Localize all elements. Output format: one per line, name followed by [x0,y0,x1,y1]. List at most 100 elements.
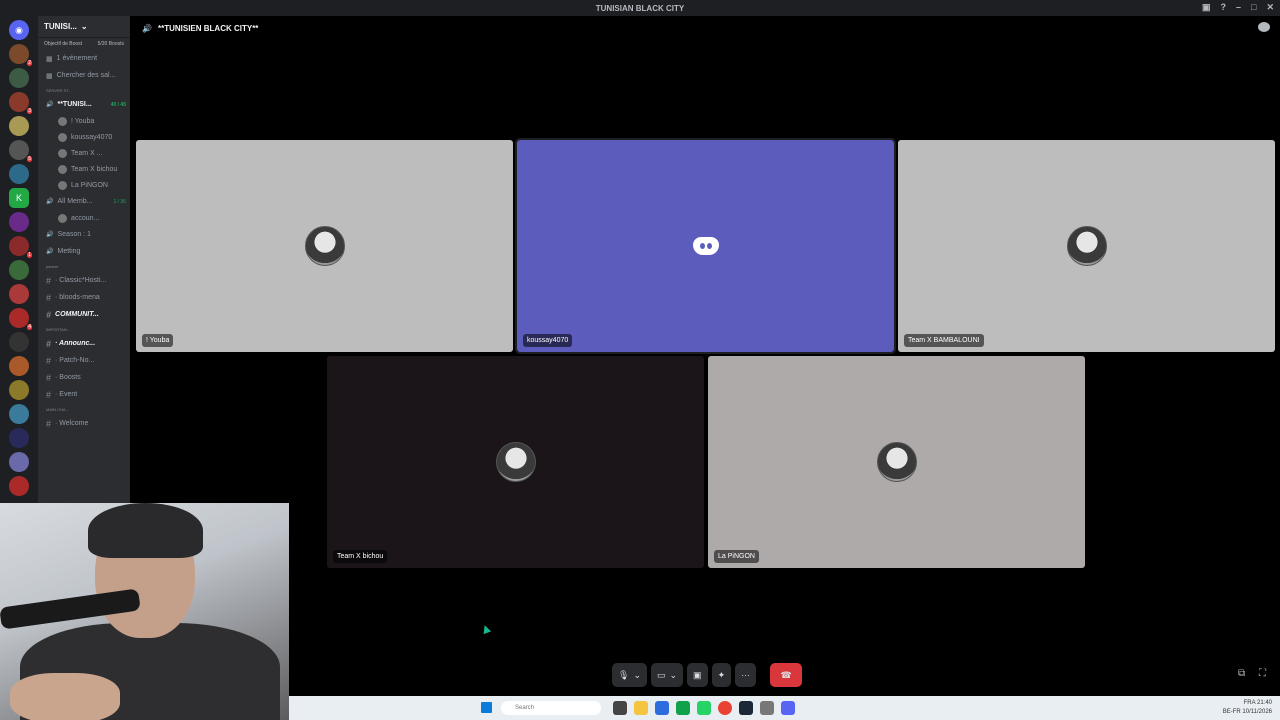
voice-channel[interactable]: 🔊 All Memb... 1 / 36 [38,193,130,210]
category-header[interactable]: IMPORTAN... [38,323,130,335]
app-icon[interactable] [676,701,690,715]
voice-user[interactable]: Team X bichou [38,161,130,177]
popout-icon[interactable]: ⧉ [1238,668,1245,679]
system-tray[interactable]: FRA 21:40 BE-FR 10/11/2026 [1223,699,1272,717]
channel-label: · Boosts [55,374,81,381]
participant-tile[interactable]: Team X bichou [327,356,704,568]
participant-tile[interactable]: koussay4070 [515,138,896,354]
category-header[interactable]: SERVER ST... [38,84,130,96]
channel-label: partner [46,263,59,269]
store-icon[interactable] [655,701,669,715]
minimize-button[interactable]: – [1236,2,1241,13]
avatar [495,442,536,482]
server-icon[interactable] [9,68,29,88]
speaker-icon: 🔊 [46,102,54,108]
leave-call-button[interactable]: ☎ [770,663,803,687]
voice-user[interactable]: La PiNGON [38,177,130,193]
fullscreen-icon[interactable]: ⛶ [1259,668,1266,679]
chat-icon[interactable] [1258,22,1270,32]
text-channel[interactable]: # · Event [38,386,130,403]
avatar [58,164,67,174]
text-channel[interactable]: # COMMUNIT... [38,306,130,323]
file-explorer-icon[interactable] [634,701,648,715]
more-button[interactable]: ··· [735,663,757,687]
server-icon[interactable] [9,452,29,472]
channel-label: · Classic*Hosti... [55,277,107,284]
server-icon[interactable] [9,116,29,136]
text-channel[interactable]: # · Boosts [38,369,130,386]
channel-item[interactable]: ▦ Chercher des sal... [38,67,130,84]
voice-user[interactable]: Team X ... [38,145,130,161]
speaker-icon: 🔊 [46,232,54,238]
window-titlebar: TUNISIAN BLACK CITY ▣ ? – □ ✕ [0,0,1280,16]
browse-icon: ▦ [46,72,53,80]
activities-button[interactable]: ✦ [711,663,732,687]
boost-label: Objectif de Boost [44,41,83,47]
voice-channel-active[interactable]: 🔊 **TUNISI... 40 / 45 [38,96,130,113]
channel-label: · Patch-No... [55,357,95,364]
avatar [58,132,67,142]
server-icon[interactable] [9,356,29,376]
chrome-icon[interactable] [718,701,732,715]
server-icon[interactable] [9,284,29,304]
server-icon[interactable]: 2 [9,44,32,66]
server-icon[interactable]: 3 [9,92,32,114]
voice-channel-header: 🔊 **TUNISIEN BLACK CITY** [136,16,1280,40]
boost-goal[interactable]: Objectif de Boost 5/20 Boosts [38,38,130,50]
help-icon[interactable]: ? [1221,2,1227,13]
guild-header[interactable]: TUNISI... ⌄ [38,16,130,38]
server-icon[interactable] [9,476,29,496]
channel-label: · Welcome [55,420,89,427]
participant-tile[interactable]: Team X BAMBALOUNI [898,140,1275,352]
participant-tile[interactable]: La PiNGON [708,356,1085,568]
server-icon[interactable] [9,212,29,232]
voice-user[interactable]: koussay4070 [38,129,130,145]
boost-value: 5/20 Boosts [97,41,124,47]
server-icon[interactable] [9,260,29,280]
chevron-down-icon[interactable]: ⌄ [633,670,641,681]
text-channel[interactable]: # · Classic*Hosti... [38,272,130,289]
chevron-down-icon[interactable]: ⌄ [670,670,678,681]
voice-user[interactable]: accoun... [38,210,130,226]
settings-icon[interactable] [760,701,774,715]
mic-button[interactable]: 🎙 ⌄ [612,663,647,687]
channel-label: IMPORTAN... [46,326,71,332]
server-icon[interactable] [9,332,29,352]
close-button[interactable]: ✕ [1266,2,1274,13]
text-channel[interactable]: # · Patch-No... [38,352,130,369]
discord-home-icon[interactable]: ◉ [9,20,29,40]
channel-label: Team X bichou [71,165,118,173]
category-header[interactable]: partner [38,260,130,272]
camera-button[interactable]: ▭ ⌄ [650,663,684,687]
server-icon[interactable]: 5 [9,140,32,162]
server-icon[interactable] [9,428,29,448]
text-channel[interactable]: # · Announc... [38,335,130,352]
server-icon[interactable] [9,164,29,184]
channel-label: MAIN CHA... [46,406,69,412]
steam-icon[interactable] [739,701,753,715]
screenshare-button[interactable]: ▣ [687,663,708,687]
windows-start-icon[interactable] [481,702,492,713]
inbox-icon[interactable]: ▣ [1202,2,1211,13]
whatsapp-icon[interactable] [697,701,711,715]
server-icon[interactable] [9,380,29,400]
server-icon[interactable]: K [9,188,29,208]
voice-user[interactable]: ! Youba [38,113,130,129]
hash-icon: # [46,292,52,303]
channel-item[interactable]: ▦ 1 évènement [38,50,130,67]
voice-channel[interactable]: 🔊 Season : 1 [38,226,130,243]
category-header[interactable]: MAIN CHA... [38,403,130,415]
participant-tile[interactable]: ! Youba [136,140,513,352]
maximize-button[interactable]: □ [1251,2,1256,13]
server-icon[interactable]: 4 [9,308,32,330]
channel-label: Metting [57,248,81,255]
discord-icon[interactable] [781,701,795,715]
text-channel[interactable]: # · Welcome [38,415,130,432]
server-icon[interactable]: 1 [9,236,32,258]
task-view-icon[interactable] [613,701,627,715]
text-channel[interactable]: # · bloods-mena [38,289,130,306]
voice-channel[interactable]: 🔊 Metting [38,243,130,260]
server-icon[interactable] [9,404,29,424]
channel-label: Season : 1 [57,231,91,238]
taskbar-search-input[interactable]: Search [501,701,601,715]
